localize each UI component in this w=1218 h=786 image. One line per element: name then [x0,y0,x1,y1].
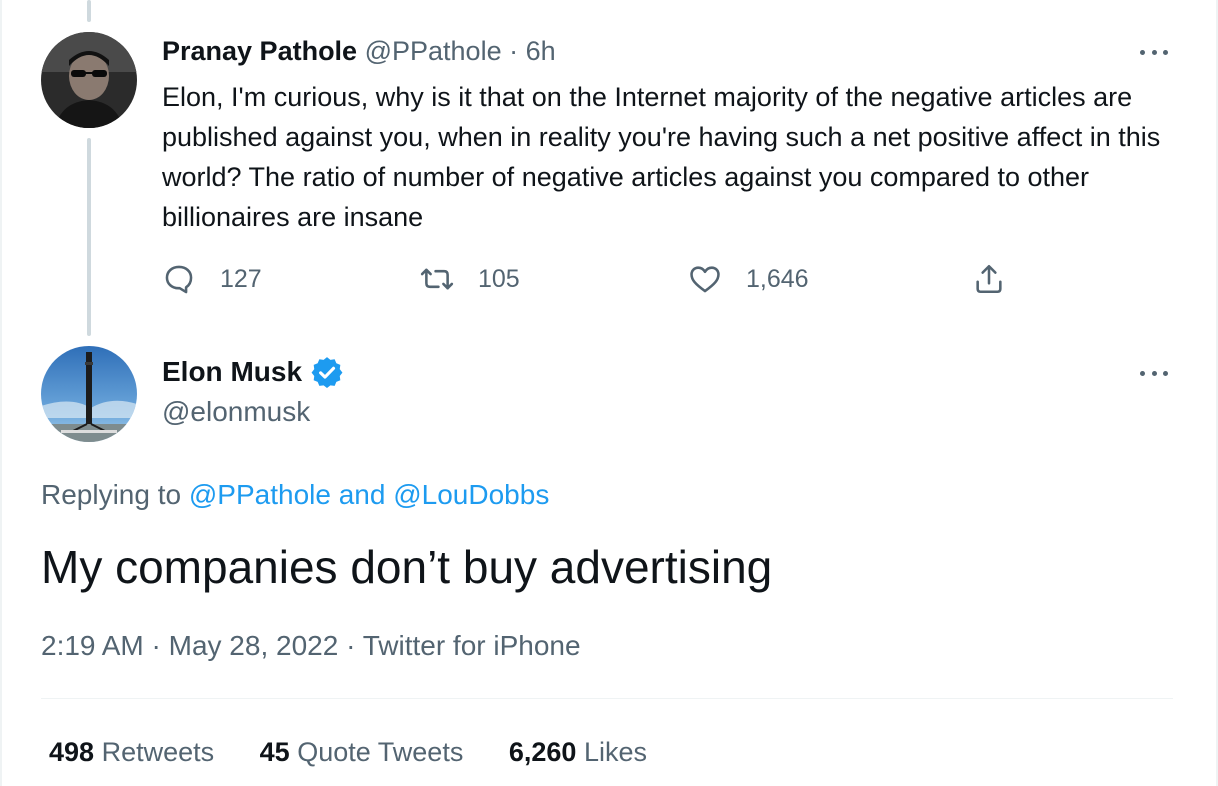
reply-count: 127 [220,264,262,293]
mention-ppathole[interactable]: @PPathole [189,479,331,510]
quote-tweets-count: 45 [259,737,290,767]
replying-to-line: Replying to @PPathole and @LouDobbs [41,476,549,514]
likes-stat[interactable]: 6,260 Likes [509,734,647,770]
thread-line-connector [87,138,91,336]
retweets-label: Retweets [101,737,215,767]
avatar-elon-musk[interactable] [41,346,137,442]
main-author-name-row: Elon Musk [162,353,344,391]
separator: · [346,630,356,661]
main-tweet-text: My companies don’t buy advertising [41,541,773,593]
retweets-stat[interactable]: 498 Retweets [49,734,214,770]
tweet-date[interactable]: May 28, 2022 [169,630,339,661]
replying-prefix: Replying to [41,479,182,510]
likes-label: Likes [583,737,647,767]
tweet-metadata: 2:19 AM · May 28, 2022 · Twitter for iPh… [41,627,581,665]
tweet-time[interactable]: 6h [526,36,556,66]
author-name[interactable]: Pranay Pathole [162,36,357,66]
retweet-button[interactable]: 105 [420,262,520,296]
likes-count: 6,260 [508,737,577,767]
engagement-stats: 498 Retweets 45 Quote Tweets 6,260 Likes [49,734,685,770]
quote-tweets-label: Quote Tweets [297,737,464,767]
divider [41,698,1173,699]
verified-badge-icon [310,355,344,389]
separator: · [151,630,161,661]
mention-loudobbs[interactable]: @LouDobbs [393,479,549,510]
retweet-icon [420,262,454,296]
author-handle[interactable]: @elonmusk [162,393,310,431]
more-icon[interactable] [1134,363,1174,383]
like-count: 1,646 [746,264,809,293]
separator: · [509,36,519,66]
quote-tweets-stat[interactable]: 45 Quote Tweets [260,734,464,770]
parent-tweet-text: Elon, I'm curious, why is it that on the… [162,82,1161,232]
share-button[interactable] [972,262,1006,296]
reply-button[interactable]: 127 [162,262,262,296]
reply-icon [162,262,196,296]
tweet-source[interactable]: Twitter for iPhone [363,630,581,661]
like-button[interactable]: 1,646 [688,262,809,296]
share-icon [972,262,1006,296]
parent-tweet-header: Pranay Pathole @PPathole · 6h [162,33,556,69]
retweets-count: 498 [49,737,95,767]
replying-and[interactable]: and [339,479,386,510]
author-name[interactable]: Elon Musk [162,353,302,391]
author-handle[interactable]: @PPathole [365,36,502,66]
like-icon [688,262,722,296]
thread-line-top [87,0,91,22]
more-icon[interactable] [1134,42,1174,62]
tweet-time[interactable]: 2:19 AM [41,630,144,661]
retweet-count: 105 [478,264,520,293]
avatar-pranay-pathole[interactable] [41,32,137,128]
